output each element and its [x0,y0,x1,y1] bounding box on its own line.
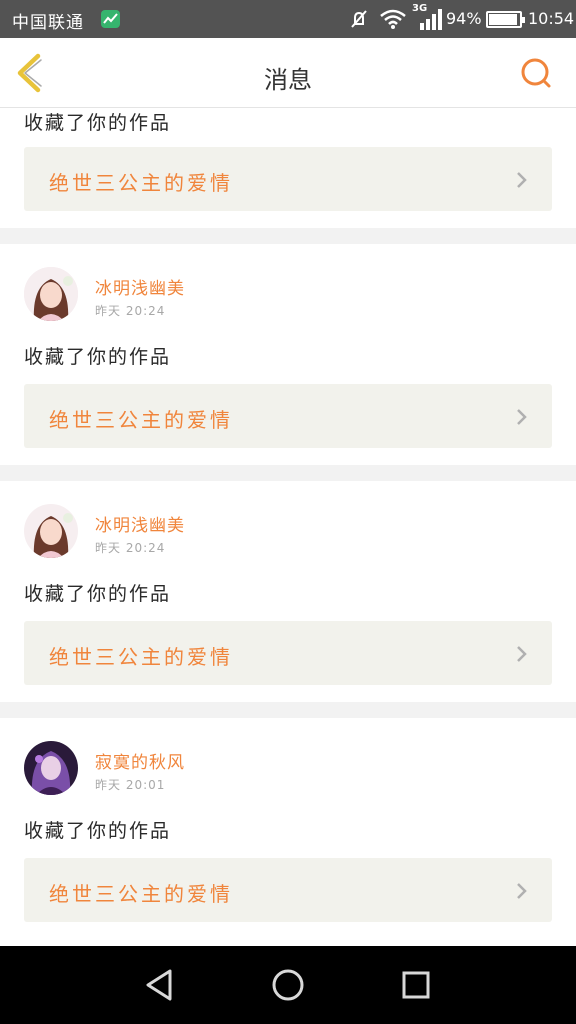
avatar-image [24,504,78,558]
chevron-right-icon [517,172,527,188]
triangle-back-icon [146,969,172,1001]
timestamp: 昨天 20:24 [95,541,166,555]
nav-home-button[interactable] [268,965,308,1005]
nav-recent-button[interactable] [396,965,436,1005]
stock-app-icon [101,10,120,28]
work-link[interactable]: 绝世三公主的爱情 [24,147,552,211]
chevron-right-icon [517,409,527,425]
work-link[interactable]: 绝世三公主的爱情 [24,621,552,685]
chevron-right-icon [517,883,527,899]
message-card: 寂寞的秋风 昨天 20:01 收藏了你的作品 绝世三公主的爱情 [0,718,576,946]
battery-icon [486,11,525,28]
mute-icon [349,9,369,33]
username[interactable]: 冰明浅幽美 [95,511,185,536]
timestamp: 昨天 20:24 [95,304,166,318]
wifi-icon [380,9,406,33]
circle-home-icon [272,969,304,1001]
work-title: 绝世三公主的爱情 [49,645,233,669]
message-feed[interactable]: 收藏了你的作品 绝世三公主的爱情 冰明浅幽美 昨天 20:24 收藏了你的作品 … [0,108,576,946]
work-title: 绝世三公主的爱情 [49,882,233,906]
message-card: 冰明浅幽美 昨天 20:24 收藏了你的作品 绝世三公主的爱情 [0,481,576,702]
message-text: 收藏了你的作品 [24,112,172,134]
system-nav-bar [0,946,576,1024]
status-bar: 中国联通 3G 94% 10:54 [0,0,576,38]
work-title: 绝世三公主的爱情 [49,171,233,195]
square-recent-icon [402,971,430,999]
battery-percent: 94% [446,9,482,28]
work-link[interactable]: 绝世三公主的爱情 [24,384,552,448]
message-text: 收藏了你的作品 [24,346,172,368]
carrier-name: 中国联通 [12,13,84,33]
search-button[interactable] [517,56,555,92]
nav-back-button[interactable] [140,965,180,1005]
page-title: 消息 [264,66,312,94]
battery-fill [489,14,517,25]
timestamp: 昨天 20:01 [95,778,166,792]
avatar[interactable] [24,504,78,558]
avatar-image [24,741,78,795]
avatar-image [24,267,78,321]
chevron-right-icon [517,646,527,662]
message-text: 收藏了你的作品 [24,820,172,842]
work-title: 绝世三公主的爱情 [49,408,233,432]
avatar[interactable] [24,741,78,795]
message-text: 收藏了你的作品 [24,583,172,605]
search-icon [521,58,551,88]
work-link[interactable]: 绝世三公主的爱情 [24,858,552,922]
username[interactable]: 冰明浅幽美 [95,274,185,299]
avatar[interactable] [24,267,78,321]
signal-icon [419,7,443,35]
message-card: 收藏了你的作品 绝世三公主的爱情 [0,108,576,228]
app-header: 消息 [0,38,576,108]
message-card: 冰明浅幽美 昨天 20:24 收藏了你的作品 绝世三公主的爱情 [0,244,576,465]
clock: 10:54 [528,9,575,28]
username[interactable]: 寂寞的秋风 [95,748,185,773]
